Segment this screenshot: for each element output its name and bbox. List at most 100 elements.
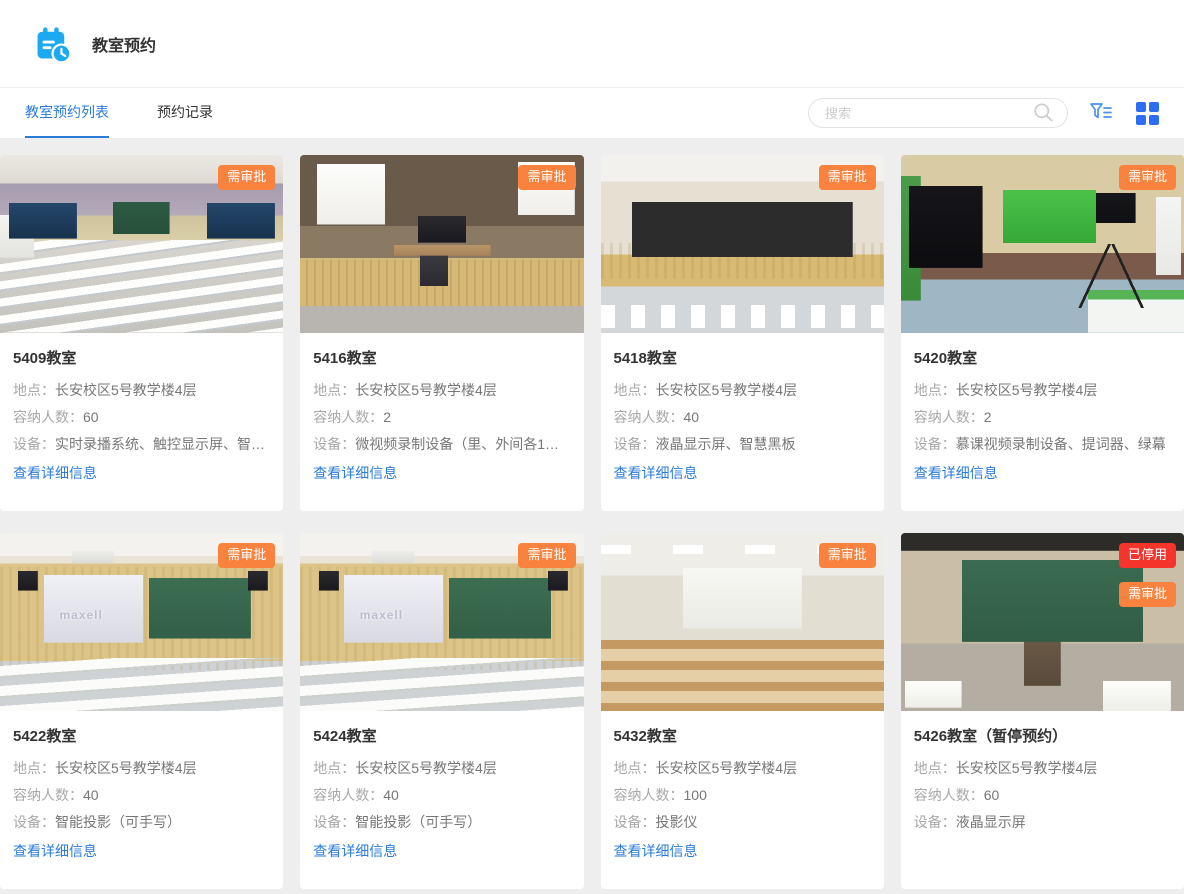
grid-view-icon[interactable] (1134, 100, 1160, 126)
classroom-title: 5426教室（暂停预约） (914, 725, 1171, 746)
tab-list: 教室预约列表 预约记录 (25, 88, 261, 138)
tab-reservation-records[interactable]: 预约记录 (157, 88, 213, 138)
field-label: 容纳人数： (313, 409, 383, 425)
card-info: 5426教室（暂停预约） 地点：长安校区5号教学楼4层容纳人数：60设备：液晶显… (901, 711, 1184, 889)
classroom-photo: maxell 需审批 (300, 533, 583, 711)
card-fields: 地点：长安校区5号教学楼4层容纳人数：40设备：智能投影（可手写） (13, 755, 270, 836)
field-row-equipment: 设备：慕课视频录制设备、提词器、绿幕 (914, 431, 1171, 458)
classroom-photo: 已停用需审批 (901, 533, 1184, 711)
field-value: 投影仪 (656, 814, 698, 830)
classroom-photo: 需审批 (901, 155, 1184, 333)
details-link[interactable]: 查看详细信息 (13, 841, 97, 861)
field-value: 长安校区5号教学楼4层 (656, 382, 798, 398)
card-info: 5420教室 地点：长安校区5号教学楼4层容纳人数：2设备：慕课视频录制设备、提… (901, 333, 1184, 511)
classroom-card: maxell 需审批 5422教室 地点：长安校区5号教学楼4层容纳人数：40设… (0, 533, 283, 889)
classroom-card: 需审批 5416教室 地点：长安校区5号教学楼4层容纳人数：2设备：微视频录制设… (300, 155, 583, 511)
badge-stack: 需审批 (819, 165, 876, 190)
details-link[interactable]: 查看详细信息 (313, 841, 397, 861)
details-link[interactable]: 查看详细信息 (614, 463, 698, 483)
field-row-equipment: 设备：投影仪 (614, 809, 871, 836)
card-fields: 地点：长安校区5号教学楼4层容纳人数：40设备：液晶显示屏、智慧黑板 (614, 377, 871, 458)
app-header: 教室预约 (0, 0, 1184, 88)
card-info: 5422教室 地点：长安校区5号教学楼4层容纳人数：40设备：智能投影（可手写）… (0, 711, 283, 889)
field-label: 地点： (614, 382, 656, 398)
field-value: 100 (684, 787, 707, 803)
field-row-location: 地点：长安校区5号教学楼4层 (13, 755, 270, 782)
filter-icon[interactable] (1088, 100, 1114, 126)
classroom-card: 需审批 5418教室 地点：长安校区5号教学楼4层容纳人数：40设备：液晶显示屏… (601, 155, 884, 511)
field-row-capacity: 容纳人数：60 (914, 782, 1171, 809)
field-label: 设备： (914, 814, 956, 830)
badge-stack: 需审批 (218, 543, 275, 568)
field-value: 智能投影（可手写） (355, 814, 481, 830)
classroom-title: 5420教室 (914, 347, 1171, 368)
card-fields: 地点：长安校区5号教学楼4层容纳人数：40设备：智能投影（可手写） (313, 755, 570, 836)
field-value: 长安校区5号教学楼4层 (355, 760, 497, 776)
field-value: 微视频录制设备（里、外间各1… (355, 436, 559, 452)
card-fields: 地点：长安校区5号教学楼4层容纳人数：2设备：微视频录制设备（里、外间各1… (313, 377, 570, 458)
details-link[interactable]: 查看详细信息 (13, 463, 97, 483)
field-row-equipment: 设备：液晶显示屏 (914, 809, 1171, 836)
field-value: 长安校区5号教学楼4层 (656, 760, 798, 776)
search-box[interactable] (808, 98, 1068, 128)
field-value: 2 (383, 409, 391, 425)
classroom-card: 需审批 5432教室 地点：长安校区5号教学楼4层容纳人数：100设备：投影仪 … (601, 533, 884, 889)
card-fields: 地点：长安校区5号教学楼4层容纳人数：100 设备：投影仪 (614, 755, 871, 836)
field-value: 长安校区5号教学楼4层 (956, 760, 1098, 776)
field-value: 40 (383, 787, 399, 803)
details-link[interactable]: 查看详细信息 (313, 463, 397, 483)
field-label: 设备： (313, 814, 355, 830)
tab-classroom-list[interactable]: 教室预约列表 (25, 88, 109, 138)
field-row-location: 地点：长安校区5号教学楼4层 (13, 377, 270, 404)
field-value: 60 (83, 409, 99, 425)
field-label: 容纳人数： (614, 787, 684, 803)
field-value: 40 (83, 787, 99, 803)
field-row-equipment: 设备：液晶显示屏、智慧黑板 (614, 431, 871, 458)
field-row-capacity: 容纳人数：2 (914, 404, 1171, 431)
tab-toolbar-row: 教室预约列表 预约记录 (0, 88, 1184, 138)
details-link[interactable]: 查看详细信息 (914, 463, 998, 483)
field-value: 液晶显示屏、智慧黑板 (656, 436, 796, 452)
field-value: 实时录播系统、触控显示屏、智… (55, 436, 265, 452)
photo-screen-text: maxell (59, 608, 102, 622)
field-label: 地点： (914, 382, 956, 398)
field-row-equipment: 设备：微视频录制设备（里、外间各1… (313, 431, 570, 458)
field-label: 容纳人数： (13, 787, 83, 803)
classroom-title: 5409教室 (13, 347, 270, 368)
classroom-title: 5418教室 (614, 347, 871, 368)
field-row-location: 地点：长安校区5号教学楼4层 (914, 377, 1171, 404)
field-row-equipment: 设备：实时录播系统、触控显示屏、智… (13, 431, 270, 458)
field-value: 长安校区5号教学楼4层 (355, 382, 497, 398)
field-value: 智能投影（可手写） (55, 814, 181, 830)
field-row-equipment: 设备：智能投影（可手写） (313, 809, 570, 836)
field-label: 地点： (614, 760, 656, 776)
details-link[interactable]: 查看详细信息 (614, 841, 698, 861)
classroom-card: 需审批 5420教室 地点：长安校区5号教学楼4层容纳人数：2设备：慕课视频录制… (901, 155, 1184, 511)
classroom-title: 5422教室 (13, 725, 270, 746)
field-label: 地点： (13, 760, 55, 776)
page-title: 教室预约 (92, 32, 156, 56)
field-value: 慕课视频录制设备、提词器、绿幕 (956, 436, 1166, 452)
field-label: 设备： (13, 436, 55, 452)
status-badge: 需审批 (218, 543, 275, 568)
classroom-title: 5432教室 (614, 725, 871, 746)
status-badge: 需审批 (518, 165, 575, 190)
field-value: 40 (684, 409, 700, 425)
classroom-card-grid: 需审批 5409教室 地点：长安校区5号教学楼4层容纳人数：60设备：实时录播系… (0, 155, 1184, 889)
search-icon[interactable] (1031, 100, 1057, 126)
classroom-photo: 需审批 (601, 155, 884, 333)
status-badge: 需审批 (518, 543, 575, 568)
card-fields: 地点：长安校区5号教学楼4层容纳人数：2设备：慕课视频录制设备、提词器、绿幕 (914, 377, 1171, 458)
card-fields: 地点：长安校区5号教学楼4层容纳人数：60设备：实时录播系统、触控显示屏、智… (13, 377, 270, 458)
field-value: 2 (984, 409, 992, 425)
photo-screen-text: maxell (360, 608, 403, 622)
field-row-capacity: 容纳人数：40 (13, 782, 270, 809)
field-label: 容纳人数： (13, 409, 83, 425)
status-badge: 已停用 (1119, 543, 1176, 568)
field-row-capacity: 容纳人数：2 (313, 404, 570, 431)
field-label: 设备： (614, 814, 656, 830)
search-input[interactable] (825, 106, 1031, 121)
card-info: 5409教室 地点：长安校区5号教学楼4层容纳人数：60设备：实时录播系统、触控… (0, 333, 283, 511)
field-row-location: 地点：长安校区5号教学楼4层 (614, 377, 871, 404)
field-row-capacity: 容纳人数：60 (13, 404, 270, 431)
